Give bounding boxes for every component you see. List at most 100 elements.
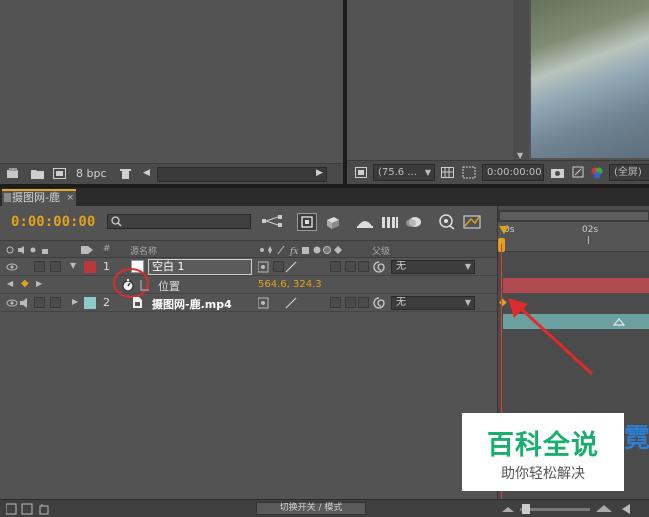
project-panel: 8 bpc ◀ ▶ (0, 0, 343, 184)
marker-icon (613, 318, 625, 326)
chevron-down-icon: ▼ (424, 168, 431, 177)
layer-number-column: # (103, 244, 111, 254)
parent-dropdown[interactable]: 无 (391, 296, 475, 310)
watermark-title: 百科全说 (487, 430, 599, 461)
expand-arrow-icon[interactable]: ▼ (70, 261, 76, 270)
current-time-display[interactable]: 0:00:00:00 (11, 214, 95, 230)
new-folder-icon[interactable] (31, 168, 44, 179)
scroll-left-icon[interactable]: ◀ (143, 168, 150, 178)
viewer-timecode: 0:00:00:00 (487, 167, 542, 178)
ruler-tick (588, 236, 589, 244)
audio-speaker-icon[interactable] (19, 297, 31, 309)
parent-column[interactable]: 父级 (372, 244, 390, 257)
layer-switch-icons[interactable] (258, 297, 298, 309)
svg-text:fx: fx (289, 247, 298, 256)
toggle-switches-modes-button[interactable]: 切换开关 / 模式 (256, 502, 366, 515)
position-value[interactable]: 564.6, 324.3 (258, 279, 322, 290)
interpret-footage-icon[interactable] (7, 168, 19, 179)
live-update-icon[interactable] (297, 213, 317, 231)
graph-editor-icon[interactable] (463, 214, 481, 230)
project-scrollbar[interactable] (157, 167, 327, 182)
trash-icon[interactable] (120, 168, 132, 179)
pick-whip-icon[interactable] (373, 261, 385, 273)
layer-row[interactable]: ▶ 2 摄图网-鹿.mp4 无 (0, 294, 497, 312)
layer-number: 2 (103, 296, 110, 309)
magnification-dropdown[interactable]: (75.6 ... ▼ (373, 164, 435, 181)
expand-arrow-icon[interactable]: ▶ (72, 297, 78, 306)
watermark-subtitle: 助你轻松解决 (501, 466, 585, 482)
panel-switch-icons[interactable] (6, 503, 54, 515)
effect-switch[interactable] (330, 297, 341, 308)
composition-icon (4, 193, 11, 202)
property-row[interactable]: ◀ ◆ ▶ 位置 564.6, 324.3 (0, 268, 497, 298)
layer-1-duration-bar[interactable] (503, 278, 649, 293)
add-keyframe-icon[interactable]: ◆ (21, 278, 29, 289)
layer-label-color[interactable] (84, 297, 96, 309)
scroll-down-icon[interactable]: ▼ (517, 151, 523, 160)
grid-icon[interactable] (441, 167, 454, 178)
lock-switch[interactable] (50, 261, 61, 272)
snapshot-icon[interactable] (551, 167, 564, 178)
search-icon (111, 216, 122, 227)
layer-switches-icons: fx (260, 245, 342, 256)
comp-mini-flowchart-icon[interactable] (262, 214, 282, 230)
work-area-range[interactable] (500, 212, 648, 220)
hide-shy-layers-icon[interactable] (356, 214, 374, 230)
layer-label-color[interactable] (84, 261, 96, 273)
next-keyframe-icon[interactable]: ▶ (36, 279, 42, 288)
tab-composition[interactable]: 摄图网-鹿 × (2, 189, 76, 206)
scroll-right-icon[interactable]: ▶ (316, 168, 323, 178)
mask-visibility-icon[interactable] (462, 166, 476, 179)
layer-column-header: # 源名称 fx 父级 (0, 240, 497, 258)
time-ruler[interactable]: 0s 02s (498, 222, 649, 252)
footage-file-icon (133, 297, 142, 308)
brainstorm-icon[interactable] (438, 214, 456, 230)
collapse-switch[interactable] (273, 261, 284, 272)
layer-number: 1 (103, 260, 110, 273)
previous-keyframe-icon[interactable]: ◀ (7, 279, 13, 288)
resolution-value: (全屏) (614, 167, 642, 178)
magnification-value: (75.6 ... (378, 167, 417, 178)
motion-blur-icon[interactable] (405, 214, 423, 230)
work-area-bar[interactable] (498, 210, 649, 222)
solo-switch[interactable] (34, 261, 45, 272)
playhead-handle-icon[interactable] (499, 226, 509, 236)
layer-search-input[interactable] (107, 214, 251, 229)
av-switches-icon (6, 246, 48, 254)
bpc-label[interactable]: 8 bpc (76, 167, 107, 180)
show-snapshot-icon[interactable] (572, 166, 584, 178)
watermark-logo: 百科全说 助你轻松解决 (462, 413, 624, 491)
adjustment-switch[interactable] (345, 297, 356, 308)
pick-whip-icon[interactable] (373, 297, 385, 309)
always-preview-icon[interactable] (355, 167, 367, 178)
source-name-column[interactable]: 源名称 (130, 244, 157, 257)
video-visibility-icon[interactable] (6, 262, 18, 272)
tab-label: 摄图网-鹿 (12, 191, 60, 204)
layer-name[interactable]: 摄图网-鹿.mp4 (152, 296, 232, 312)
parent-dropdown[interactable]: 无 (391, 260, 475, 274)
video-visibility-icon[interactable] (6, 298, 18, 308)
3d-switch[interactable] (358, 297, 369, 308)
label-tag-icon (81, 246, 93, 254)
draft-3d-icon[interactable] (323, 214, 341, 230)
layer-name-field[interactable]: 空白 1 (148, 259, 252, 275)
layer-row[interactable]: ▼ 1 空白 1 无 (0, 258, 497, 276)
frame-blending-icon[interactable] (381, 214, 399, 230)
solo-switch[interactable] (34, 297, 45, 308)
3d-switch[interactable] (358, 261, 369, 272)
close-icon[interactable]: × (66, 191, 74, 205)
timeline-tab-bar: 摄图网-鹿 × (0, 188, 649, 206)
watermark-side-text: 霓 (624, 424, 649, 454)
new-composition-icon[interactable] (53, 168, 66, 179)
composition-frame[interactable]: ▼ (513, 0, 649, 162)
current-time-field[interactable]: 0:00:00:00 (482, 164, 544, 181)
viewer-vertical-scrollbar[interactable]: ▼ (513, 0, 529, 162)
channel-rgb-icon[interactable] (590, 166, 603, 179)
adjustment-switch[interactable] (345, 261, 356, 272)
composition-viewer: ▼ (75.6 ... ▼ 0:00:00:00 (全屏) (347, 0, 649, 184)
zoom-slider[interactable] (500, 503, 640, 515)
property-name: 位置 (158, 280, 180, 293)
effect-switch[interactable] (330, 261, 341, 272)
resolution-dropdown[interactable]: (全屏) (609, 164, 649, 181)
lock-switch[interactable] (50, 297, 61, 308)
